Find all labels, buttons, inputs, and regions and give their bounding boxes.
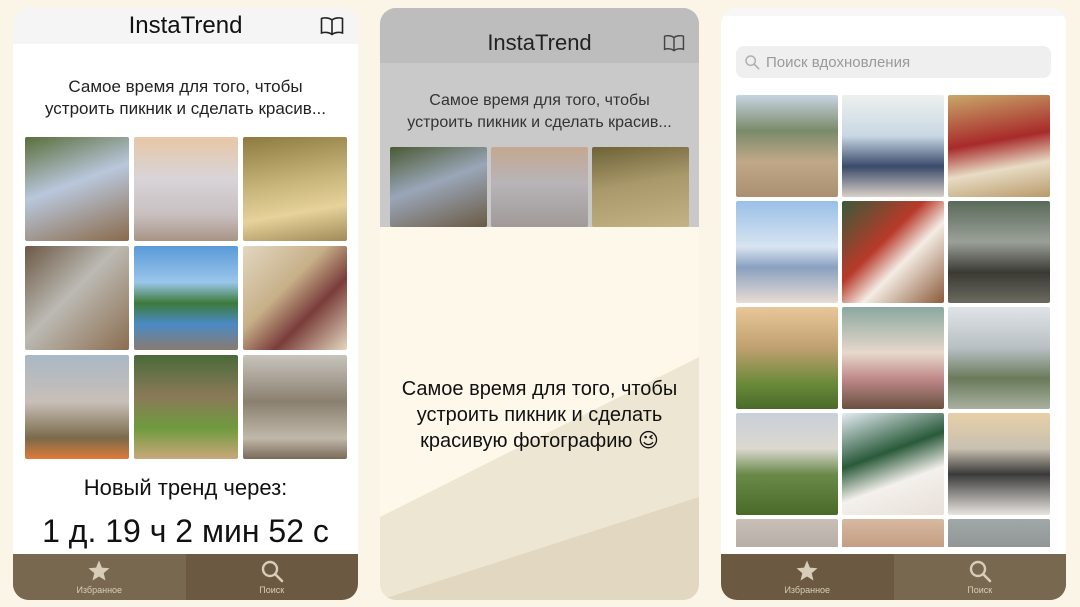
photo-tile[interactable] bbox=[736, 307, 838, 409]
photo-tile[interactable] bbox=[736, 519, 838, 547]
tab-favorites[interactable]: Избранное bbox=[13, 554, 186, 600]
tab-bar: Избранное Поиск bbox=[721, 554, 1066, 600]
open-book-icon[interactable] bbox=[320, 16, 344, 36]
top-strip bbox=[721, 8, 1066, 16]
tab-favorites[interactable]: Избранное bbox=[721, 554, 894, 600]
photo-tile[interactable] bbox=[25, 137, 129, 241]
tab-search[interactable]: Поиск bbox=[893, 554, 1066, 600]
trend-tagline: Самое время для того, чтобы устроить пик… bbox=[407, 92, 672, 131]
photo-tile[interactable] bbox=[842, 519, 944, 547]
photo-tile[interactable] bbox=[948, 201, 1050, 303]
dimmed-preview: InstaTrend Самое время для того, чтобы у… bbox=[380, 8, 699, 227]
magnifier-icon bbox=[261, 560, 284, 583]
photo-tile[interactable] bbox=[243, 246, 347, 350]
photo-tile[interactable] bbox=[842, 413, 944, 515]
tab-bar: Избранное Поиск bbox=[13, 554, 358, 600]
photo-tile[interactable] bbox=[134, 246, 238, 350]
home-screen: InstaTrend Самое время для того, чтобы у… bbox=[13, 8, 358, 600]
app-title: InstaTrend bbox=[487, 30, 592, 55]
app-title: InstaTrend bbox=[128, 12, 243, 39]
header: InstaTrend bbox=[380, 8, 699, 63]
photo-tile[interactable] bbox=[948, 519, 1050, 547]
photo-tile bbox=[592, 147, 689, 227]
countdown-label: Новый тренд через: bbox=[83, 475, 288, 500]
trend-photo-grid bbox=[25, 137, 347, 459]
photo-tile bbox=[390, 147, 487, 227]
star-icon bbox=[796, 560, 818, 581]
photo-tile[interactable] bbox=[948, 307, 1050, 409]
magnifier-icon bbox=[745, 55, 760, 70]
photo-tile[interactable] bbox=[736, 201, 838, 303]
inspiration-grid bbox=[736, 95, 1050, 547]
search-placeholder: Поиск вдохновления bbox=[766, 53, 911, 71]
open-book-icon[interactable] bbox=[663, 34, 685, 52]
photo-tile[interactable] bbox=[134, 355, 238, 459]
trend-detail-screen: InstaTrend Самое время для того, чтобы у… bbox=[380, 8, 699, 600]
countdown-timer: 1 д. 19 ч 2 мин 52 с bbox=[42, 513, 329, 549]
photo-tile[interactable] bbox=[842, 307, 944, 409]
photo-tile[interactable] bbox=[25, 355, 129, 459]
search-screen: Поиск вдохновления Избранное Поиск bbox=[721, 8, 1066, 600]
trend-photo-grid bbox=[390, 147, 689, 227]
trend-tagline[interactable]: Самое время для того, чтобы устроить пик… bbox=[13, 76, 358, 120]
photo-tile[interactable] bbox=[736, 95, 838, 197]
magnifier-icon bbox=[969, 560, 992, 583]
photo-tile[interactable] bbox=[134, 137, 238, 241]
photo-tile[interactable] bbox=[948, 95, 1050, 197]
header: InstaTrend bbox=[13, 8, 358, 44]
photo-tile bbox=[491, 147, 588, 227]
search-input[interactable]: Поиск вдохновления bbox=[736, 46, 1051, 78]
photo-tile[interactable] bbox=[842, 95, 944, 197]
tab-search[interactable]: Поиск bbox=[186, 554, 359, 600]
star-icon bbox=[88, 560, 110, 581]
photo-tile[interactable] bbox=[948, 413, 1050, 515]
photo-tile[interactable] bbox=[736, 413, 838, 515]
photo-tile[interactable] bbox=[243, 137, 347, 241]
photo-tile[interactable] bbox=[25, 246, 129, 350]
photo-tile[interactable] bbox=[243, 355, 347, 459]
trend-message: Самое время для того, чтобы устроить пик… bbox=[401, 378, 678, 452]
photo-tile[interactable] bbox=[842, 201, 944, 303]
